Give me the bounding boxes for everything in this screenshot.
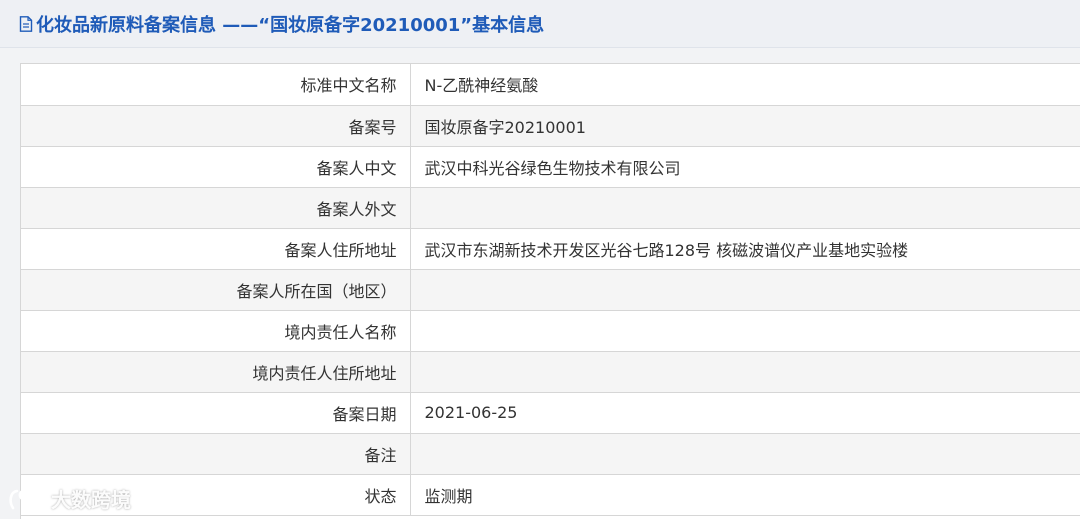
row-label: 备注 xyxy=(21,433,411,475)
page: 化妆品新原料备案信息 ——“国妆原备字20210001”基本信息 标准中文名称 … xyxy=(0,0,1080,519)
row-value: 武汉中科光谷绿色生物技术有限公司 xyxy=(410,146,1080,188)
table-row: 备案人外文 xyxy=(21,187,1080,229)
row-label: 备案人所在国（地区） xyxy=(21,269,411,311)
row-value xyxy=(410,269,1080,311)
row-label: 标准中文名称 xyxy=(21,64,411,106)
page-title: 化妆品新原料备案信息 ——“国妆原备字20210001”基本信息 xyxy=(36,14,545,36)
row-label: 境内责任人住所地址 xyxy=(21,351,411,393)
row-value: 国妆原备字20210001 xyxy=(410,105,1080,147)
row-label: 备案日期 xyxy=(21,392,411,434)
row-value: N-乙酰神经氨酸 xyxy=(410,64,1080,106)
row-label: 备案人外文 xyxy=(21,187,411,229)
row-value: 2021-06-25 xyxy=(410,392,1080,434)
table-row: 备案人住所地址 武汉市东湖新技术开发区光谷七路128号 核磁波谱仪产业基地实验楼 xyxy=(21,228,1080,270)
table-row: 境内责任人名称 xyxy=(21,310,1080,352)
row-label: 备案人住所地址 xyxy=(21,228,411,270)
document-icon xyxy=(19,15,33,32)
row-value xyxy=(410,310,1080,352)
row-value: 武汉市东湖新技术开发区光谷七路128号 核磁波谱仪产业基地实验楼 xyxy=(410,228,1080,270)
page-header: 化妆品新原料备案信息 ——“国妆原备字20210001”基本信息 xyxy=(0,0,1080,48)
table-row: 标准中文名称 N-乙酰神经氨酸 xyxy=(21,64,1080,106)
row-value xyxy=(410,351,1080,393)
row-value: 监测期 xyxy=(410,474,1080,516)
row-value xyxy=(410,187,1080,229)
table-row: 备案人所在国（地区） xyxy=(21,269,1080,311)
info-table: 标准中文名称 N-乙酰神经氨酸 备案号 国妆原备字20210001 备案人中文 … xyxy=(21,64,1080,516)
table-row: 境内责任人住所地址 xyxy=(21,351,1080,393)
row-label: 备案人中文 xyxy=(21,146,411,188)
row-label: 状态 xyxy=(21,474,411,516)
row-label: 境内责任人名称 xyxy=(21,310,411,352)
table-row: 备案号 国妆原备字20210001 xyxy=(21,105,1080,147)
info-table-container: 标准中文名称 N-乙酰神经氨酸 备案号 国妆原备字20210001 备案人中文 … xyxy=(20,63,1080,519)
row-label: 备案号 xyxy=(21,105,411,147)
table-row: 备注 xyxy=(21,433,1080,475)
table-row: 状态 监测期 xyxy=(21,474,1080,516)
table-row: 备案人中文 武汉中科光谷绿色生物技术有限公司 xyxy=(21,146,1080,188)
table-row: 备案日期 2021-06-25 xyxy=(21,392,1080,434)
row-value xyxy=(410,433,1080,475)
